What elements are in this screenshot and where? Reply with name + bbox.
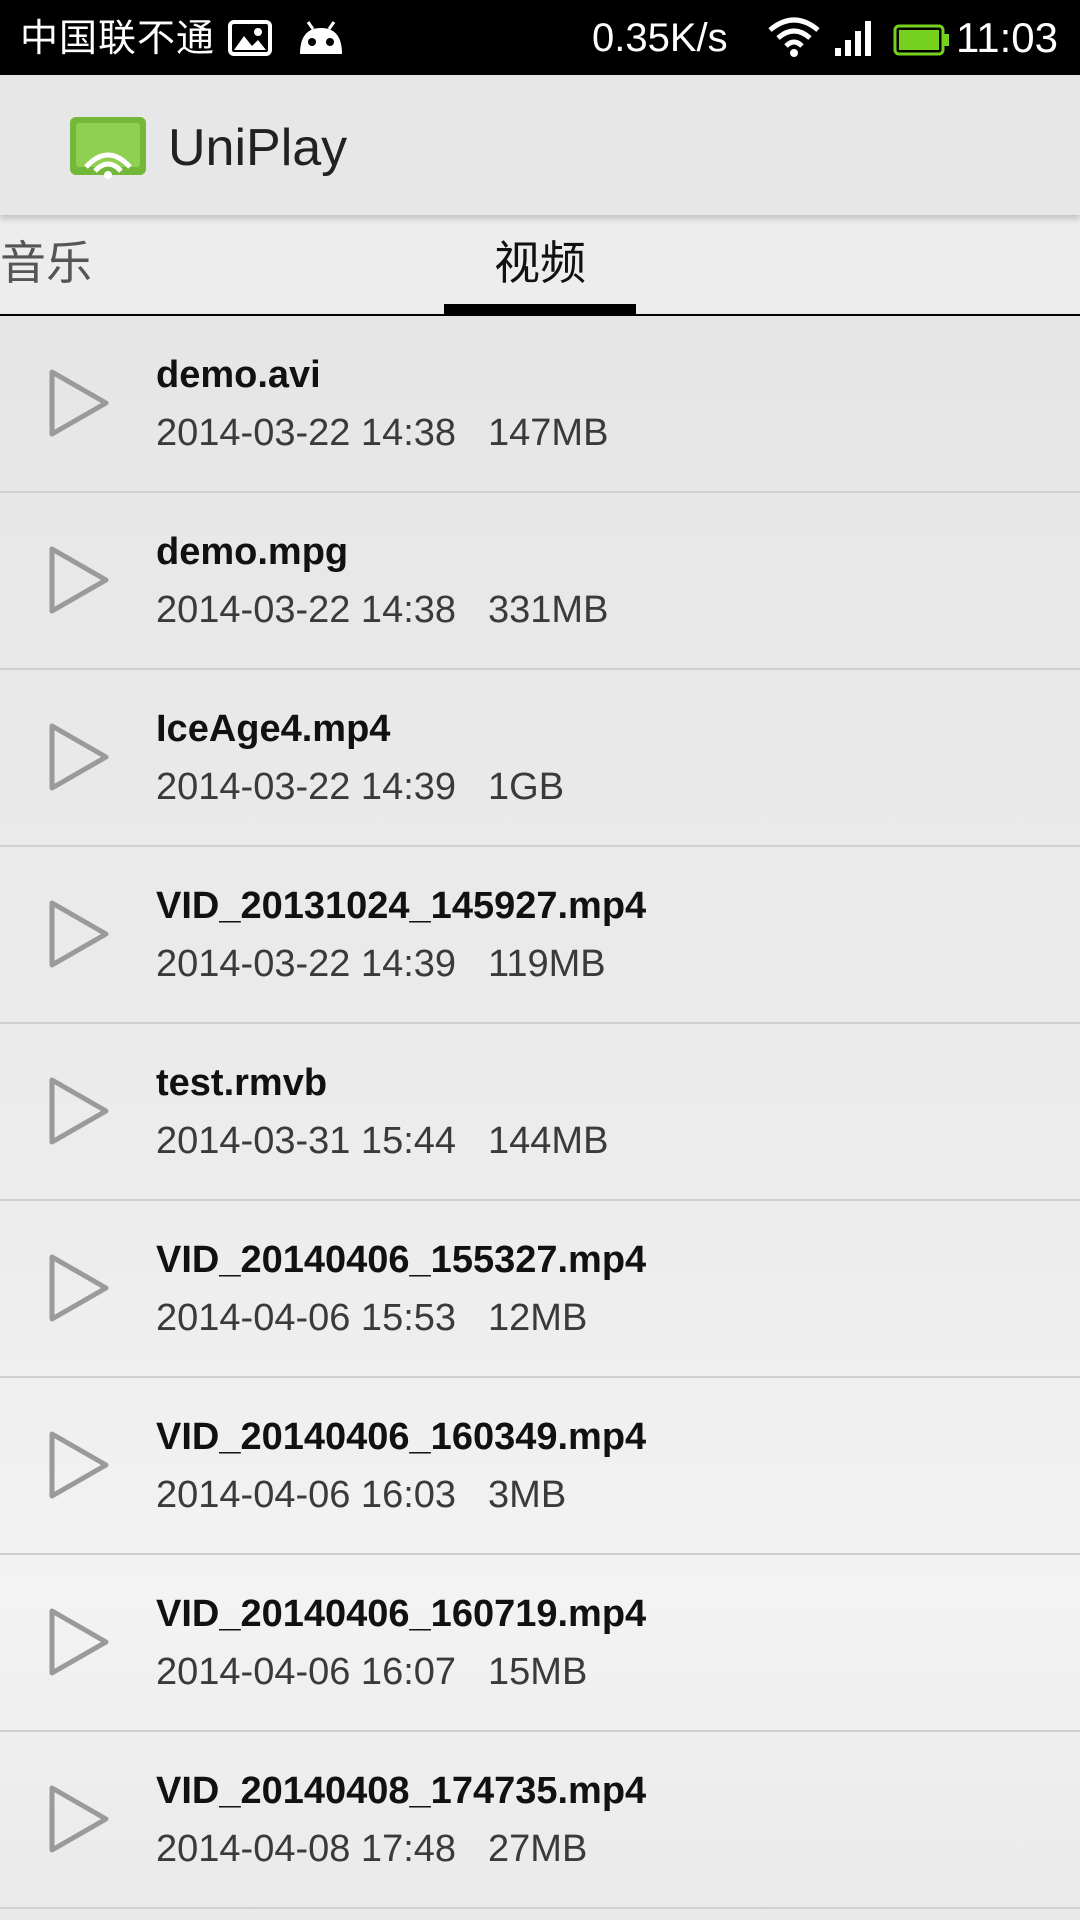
play-icon[interactable]	[48, 899, 110, 969]
file-name: VID_20140406_160349.mp4	[156, 1416, 647, 1458]
file-date: 2014-03-22 14:39	[156, 943, 457, 985]
status-bar: 中国联不通 0.35K/s 11:03	[0, 0, 1080, 75]
file-date: 2014-04-08 17:48	[156, 1828, 457, 1870]
file-meta: 2014-03-31 15:44 144MB	[156, 1116, 608, 1166]
file-size: 27MB	[488, 1828, 588, 1870]
file-date: 2014-03-31 15:44	[156, 1120, 457, 1162]
file-meta: 2014-04-06 16:07 15MB	[156, 1647, 587, 1697]
network-speed: 0.35K/s	[592, 16, 728, 60]
list-item[interactable]: VID_20131024_145927.mp4 2014-03-22 14:39…	[0, 847, 1080, 1024]
play-icon[interactable]	[48, 545, 110, 615]
file-meta: 2014-03-22 14:39 119MB	[156, 939, 606, 989]
file-size: 3MB	[488, 1474, 567, 1516]
tab-bar: 音乐 视频	[0, 215, 1080, 316]
file-date: 2014-04-06 15:53	[156, 1297, 457, 1339]
list-item[interactable]: VID_20140406_160719.mp4 2014-04-06 16:07…	[0, 1555, 1080, 1732]
file-date: 2014-03-22 14:38	[156, 589, 457, 631]
action-bar: UniPlay	[0, 75, 1080, 215]
file-meta: 2014-04-06 16:03 3MB	[156, 1470, 566, 1520]
play-icon[interactable]	[48, 722, 110, 792]
list-item[interactable]: VID_20140406_155327.mp4 2014-04-06 15:53…	[0, 1201, 1080, 1378]
file-name: IceAge4.mp4	[156, 708, 391, 750]
file-date: 2014-03-22 14:39	[156, 766, 457, 808]
list-item[interactable]: demo.avi 2014-03-22 14:38 147MB	[0, 316, 1080, 493]
file-date: 2014-04-06 16:03	[156, 1474, 457, 1516]
play-icon[interactable]	[48, 368, 110, 438]
file-meta: 2014-03-22 14:38 147MB	[156, 408, 608, 458]
file-name: test.rmvb	[156, 1062, 328, 1104]
list-item[interactable]: IceAge4.mp4 2014-03-22 14:39 1GB	[0, 670, 1080, 847]
file-size: 12MB	[488, 1297, 588, 1339]
clock: 11:03	[956, 14, 1058, 61]
file-meta: 2014-04-08 17:48 27MB	[156, 1824, 587, 1874]
file-date: 2014-03-22 14:38	[156, 412, 457, 454]
file-name: demo.mpg	[156, 531, 349, 573]
file-size: 1GB	[488, 766, 565, 808]
file-meta: 2014-03-22 14:38 331MB	[156, 585, 608, 635]
file-size: 144MB	[488, 1120, 609, 1162]
list-item[interactable]: test.rmvb 2014-03-31 15:44 144MB	[0, 1024, 1080, 1201]
file-name: demo.avi	[156, 354, 321, 396]
app-title: UniPlay	[168, 119, 348, 177]
play-icon[interactable]	[48, 1076, 110, 1146]
tab-video[interactable]: 视频	[444, 233, 636, 293]
file-name: VID_20140406_155327.mp4	[156, 1239, 647, 1281]
list-item[interactable]: VID_20140406_160349.mp4 2014-04-06 16:03…	[0, 1378, 1080, 1555]
tab-selected-indicator	[444, 304, 636, 314]
tab-music[interactable]: 音乐	[0, 233, 92, 293]
file-size: 119MB	[488, 943, 606, 985]
signal-icon	[835, 21, 871, 56]
battery-icon	[893, 24, 949, 56]
play-icon[interactable]	[48, 1607, 110, 1677]
file-name: VID_20140408_174735.mp4	[156, 1770, 647, 1812]
video-file-list[interactable]: demo.avi 2014-03-22 14:38 147MB demo.mpg …	[0, 316, 1080, 1920]
file-size: 147MB	[488, 412, 609, 454]
list-item[interactable]: demo.mpg 2014-03-22 14:38 331MB	[0, 493, 1080, 670]
file-name: VID_20131024_145927.mp4	[156, 885, 647, 927]
play-icon[interactable]	[48, 1430, 110, 1500]
play-icon[interactable]	[48, 1253, 110, 1323]
android-icon	[300, 21, 342, 54]
file-size: 15MB	[488, 1651, 588, 1693]
file-date: 2014-04-06 16:07	[156, 1651, 457, 1693]
file-name: VID_20140406_160719.mp4	[156, 1593, 647, 1635]
file-size: 331MB	[488, 589, 609, 631]
file-meta: 2014-03-22 14:39 1GB	[156, 762, 564, 812]
cast-screen-icon[interactable]	[68, 115, 148, 181]
wifi-icon	[768, 17, 820, 57]
image-icon	[228, 20, 272, 56]
carrier-name: 中国联不通	[20, 16, 216, 60]
file-meta: 2014-04-06 15:53 12MB	[156, 1293, 587, 1343]
list-item[interactable]: VID_20140408_174735.mp4 2014-04-08 17:48…	[0, 1732, 1080, 1909]
play-icon[interactable]	[48, 1784, 110, 1854]
